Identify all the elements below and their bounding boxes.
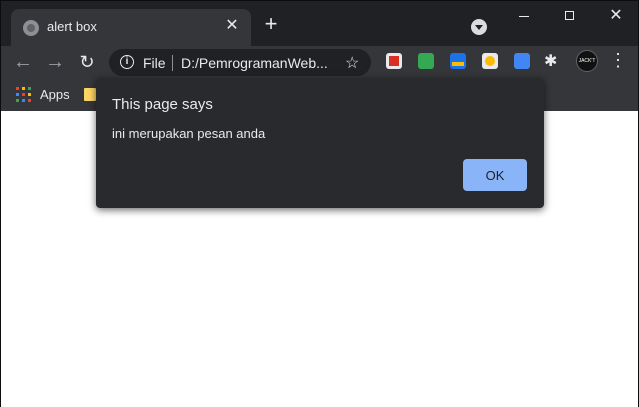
maximize-icon xyxy=(565,11,574,20)
apps-grid-icon[interactable] xyxy=(16,87,31,102)
alert-dialog: This page says ini merupakan pesan anda … xyxy=(96,78,544,208)
window-close-button[interactable]: ✕ xyxy=(593,1,639,31)
extension-icon-5[interactable] xyxy=(514,53,530,69)
tab-search-icon[interactable] xyxy=(471,19,487,35)
close-icon[interactable]: ✕ xyxy=(223,17,241,35)
title-bar: alert box ✕ + ✕ xyxy=(1,1,639,47)
reload-icon[interactable]: ↻ xyxy=(75,50,99,74)
new-tab-button[interactable]: + xyxy=(259,13,283,37)
maximize-button[interactable] xyxy=(547,1,593,31)
ok-button[interactable]: OK xyxy=(463,159,527,191)
info-icon[interactable]: i xyxy=(120,55,134,69)
file-scheme-label: File xyxy=(143,55,166,71)
browser-window: alert box ✕ + ✕ ← → ↻ i File D:/Pemrogra… xyxy=(0,0,639,407)
star-icon[interactable]: ☆ xyxy=(345,53,359,73)
minimize-icon xyxy=(519,16,529,17)
tab-title: alert box xyxy=(47,19,97,34)
extension-icon-1[interactable] xyxy=(386,53,402,69)
browser-toolbar: ← → ↻ i File D:/PemrogramanWeb... ☆ ✱ JA… xyxy=(1,46,638,84)
puzzle-icon[interactable]: ✱ xyxy=(544,51,557,71)
minimize-button[interactable] xyxy=(501,1,547,31)
extension-icon-4[interactable] xyxy=(482,53,498,69)
url-text[interactable]: D:/PemrogramanWeb... xyxy=(181,55,328,71)
extension-icon-3[interactable] xyxy=(450,53,466,69)
address-bar[interactable]: i File D:/PemrogramanWeb... ☆ xyxy=(109,49,371,76)
address-divider xyxy=(172,55,173,71)
extension-icon-2[interactable] xyxy=(418,53,434,69)
back-arrow-icon[interactable]: ← xyxy=(11,50,35,74)
globe-icon xyxy=(23,20,39,36)
dialog-title: This page says xyxy=(112,96,213,113)
folder-icon[interactable] xyxy=(84,88,96,101)
tab-alert-box[interactable]: alert box ✕ xyxy=(11,9,251,47)
menu-icon[interactable]: ⋮ xyxy=(609,50,627,70)
apps-bookmark-label[interactable]: Apps xyxy=(40,87,70,102)
profile-avatar[interactable]: JACK'T ZACK xyxy=(576,50,598,84)
dialog-message: ini merupakan pesan anda xyxy=(112,126,266,141)
forward-arrow-icon[interactable]: → xyxy=(43,50,67,74)
